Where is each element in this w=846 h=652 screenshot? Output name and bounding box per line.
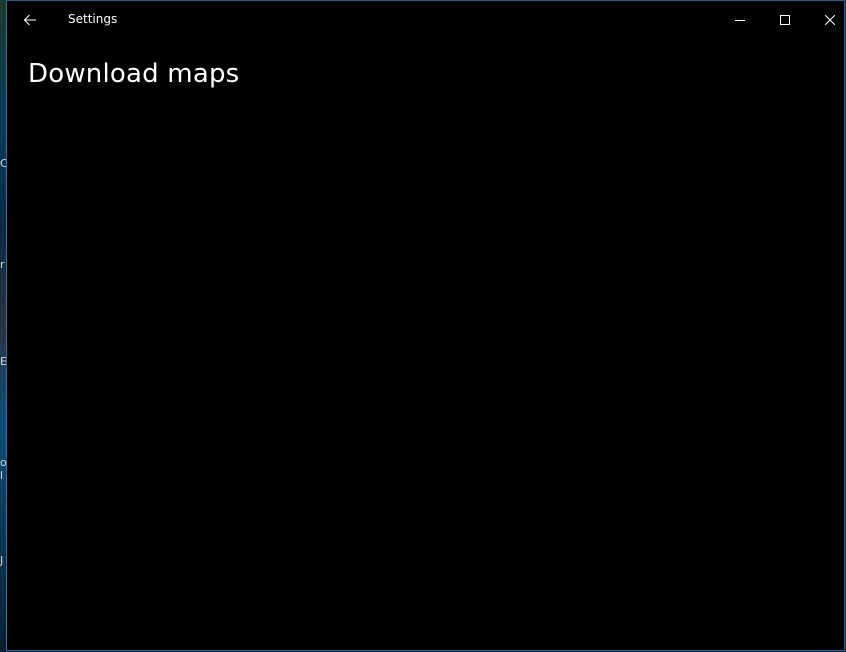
app-title: Settings [68,12,118,26]
page-title: Download maps [28,59,240,89]
settings-window: Settings Download maps [6,0,845,651]
close-icon [825,15,835,25]
maximize-icon [780,15,790,25]
title-bar[interactable]: Settings [7,1,844,39]
close-button[interactable] [807,1,846,39]
arrow-left-icon [23,14,36,26]
back-button[interactable] [11,1,49,39]
maximize-button[interactable] [762,1,808,39]
minimize-icon [735,20,745,21]
minimize-button[interactable] [717,1,763,39]
page-content-area [7,101,844,641]
